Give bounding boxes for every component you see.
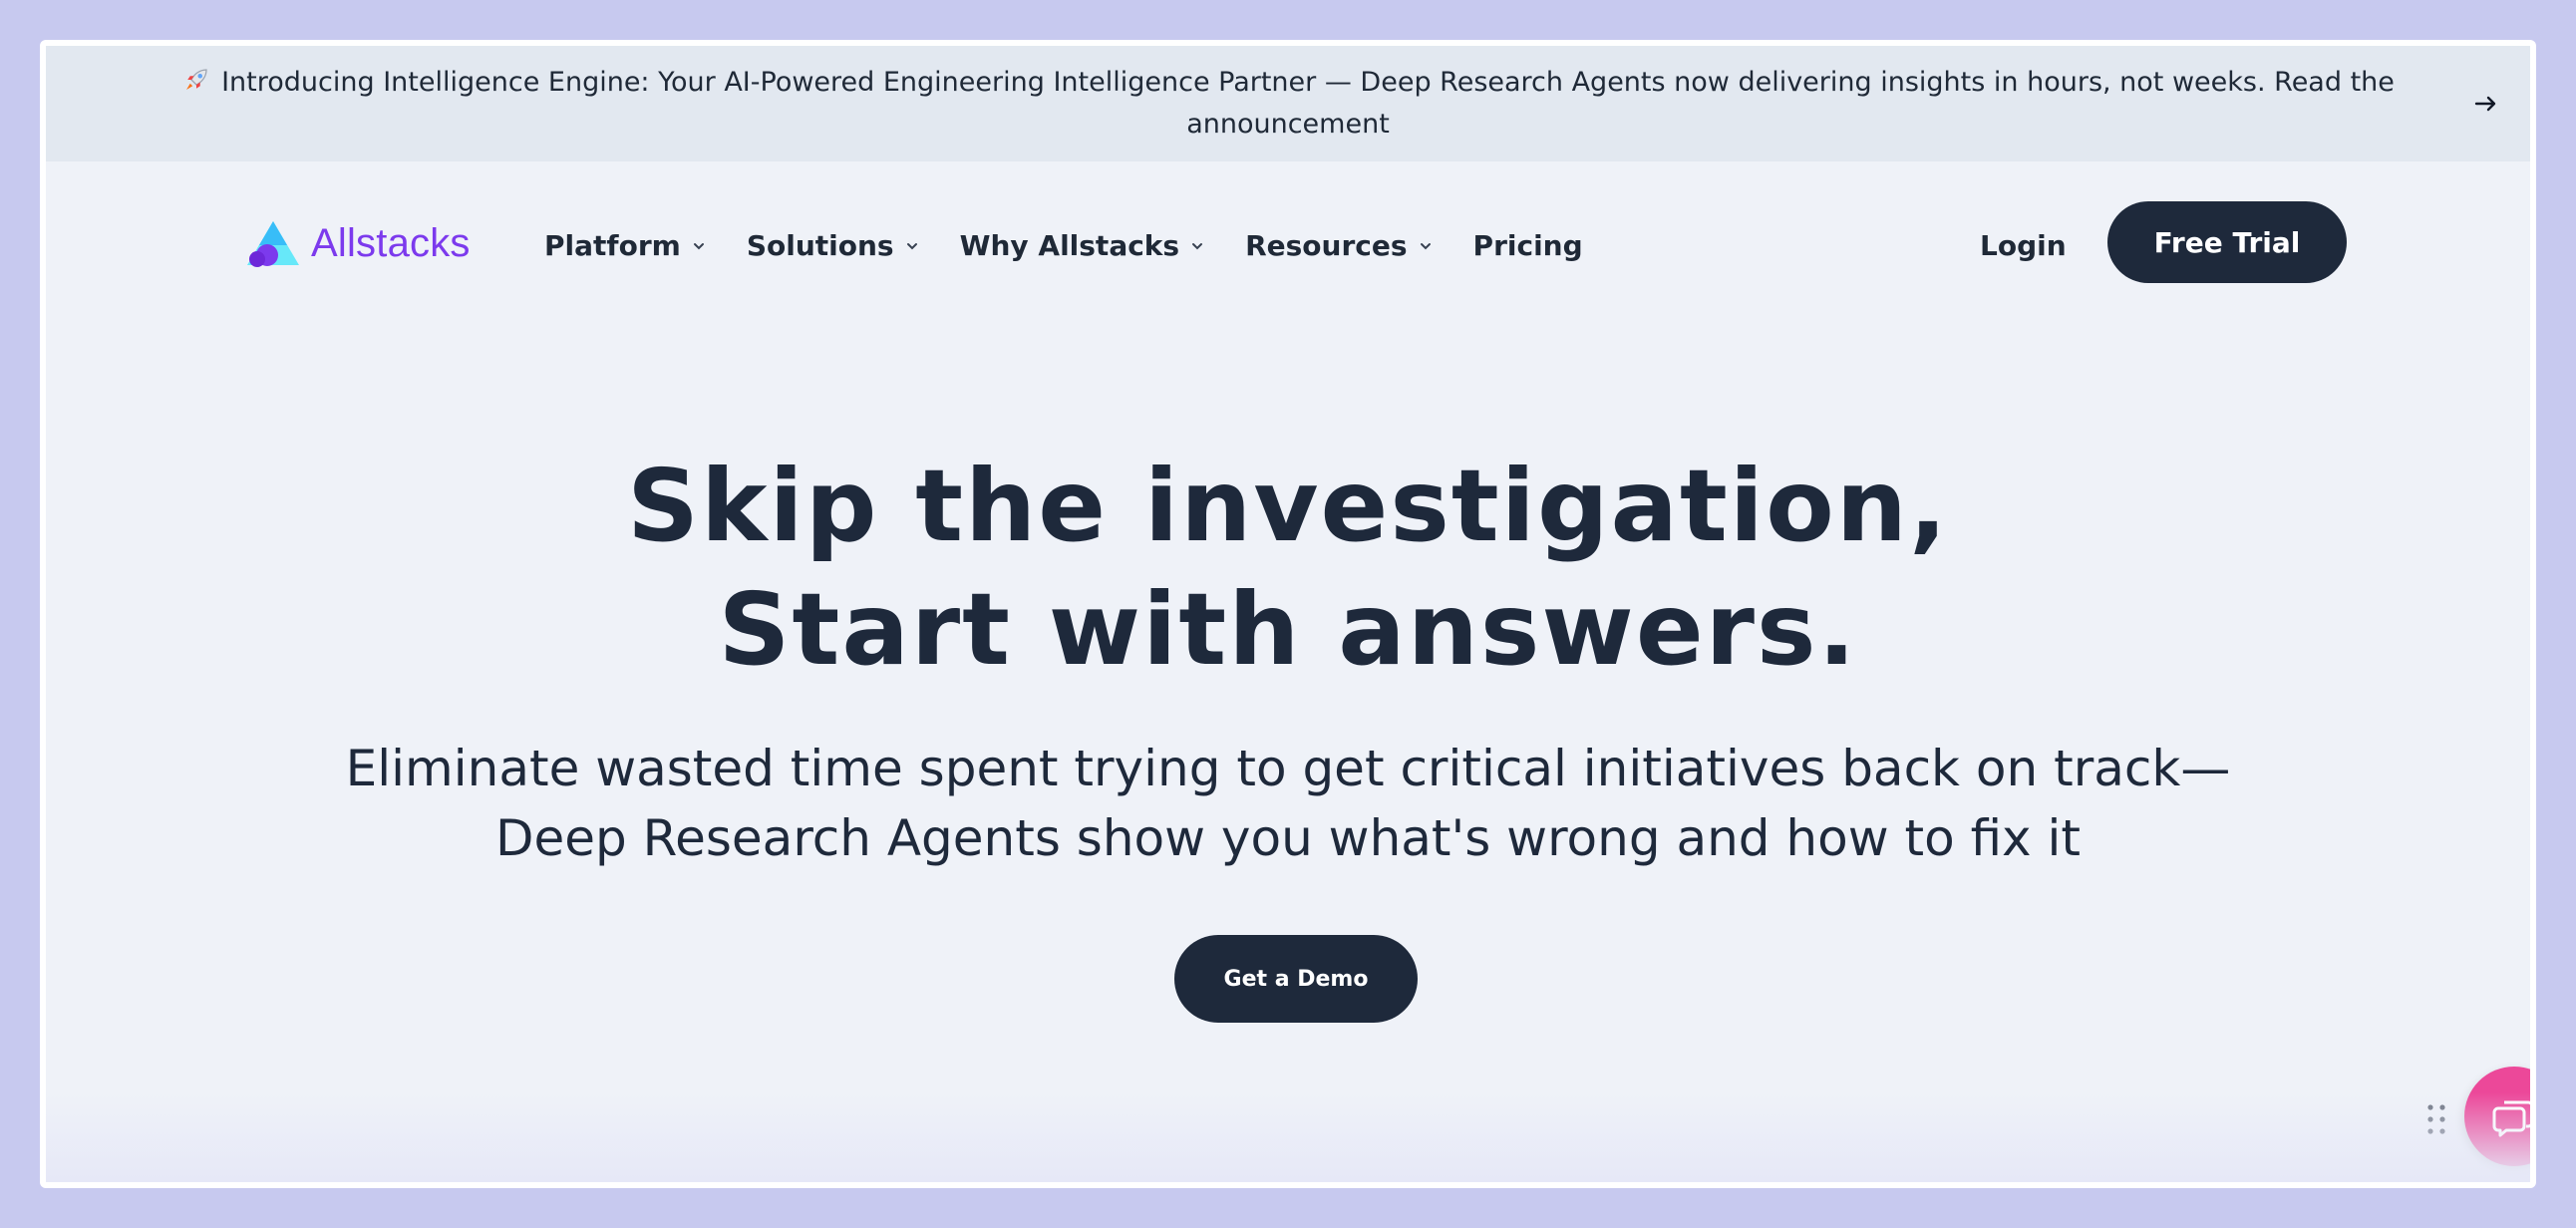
hero-subtitle: Eliminate wasted time spent trying to ge… bbox=[46, 734, 2530, 873]
nav-item-pricing[interactable]: Pricing bbox=[1473, 229, 1583, 262]
nav-label: Platform bbox=[544, 229, 681, 262]
hero-title-line-1: Skip the investigation, bbox=[627, 448, 1949, 564]
nav-label: Pricing bbox=[1472, 229, 1583, 262]
nav-item-why-allstacks[interactable]: Why Allstacks bbox=[960, 229, 1206, 262]
hero-title: Skip the investigation, Start with answe… bbox=[46, 445, 2530, 692]
announcement-text-wrap: Introducing Intelligence Engine: Your AI… bbox=[142, 62, 2434, 146]
announcement-text[interactable]: Introducing Intelligence Engine: Your AI… bbox=[221, 67, 2395, 140]
nav-item-resources[interactable]: Resources bbox=[1245, 229, 1433, 262]
announcement-bar[interactable]: Introducing Intelligence Engine: Your AI… bbox=[46, 46, 2530, 161]
chevron-down-icon bbox=[906, 242, 917, 249]
get-demo-button[interactable]: Get a Demo bbox=[1174, 935, 1418, 1023]
browser-frame: Introducing Intelligence Engine: Your AI… bbox=[40, 40, 2536, 1188]
main-nav: Platform Solutions Why Allstacks Resourc… bbox=[544, 229, 1583, 262]
rocket-icon bbox=[186, 69, 207, 90]
drag-handle-icon[interactable] bbox=[2424, 1102, 2448, 1136]
hero-subtitle-line-1: Eliminate wasted time spent trying to ge… bbox=[345, 740, 2231, 797]
chevron-down-icon bbox=[693, 242, 704, 249]
logo-text: Allstacks bbox=[311, 220, 471, 265]
free-trial-button[interactable]: Free Trial bbox=[2107, 201, 2347, 283]
nav-item-platform[interactable]: Platform bbox=[544, 229, 707, 262]
login-link[interactable]: Login bbox=[1980, 229, 2067, 262]
logo[interactable]: Allstacks bbox=[245, 217, 471, 269]
page: Introducing Intelligence Engine: Your AI… bbox=[46, 46, 2530, 1182]
nav-item-solutions[interactable]: Solutions bbox=[747, 229, 920, 262]
hero-subtitle-line-2: Deep Research Agents show you what's wro… bbox=[494, 809, 2082, 867]
nav-label: Solutions bbox=[746, 229, 894, 262]
hero-title-line-2: Start with answers. bbox=[718, 571, 1858, 688]
chat-button[interactable] bbox=[2464, 1067, 2530, 1166]
chevron-down-icon bbox=[1420, 242, 1431, 249]
free-trial-label: Free Trial bbox=[2153, 225, 2301, 259]
chat-icon bbox=[2492, 1100, 2530, 1137]
nav-label: Resources bbox=[1245, 229, 1408, 262]
get-demo-label: Get a Demo bbox=[1223, 966, 1369, 992]
chevron-down-icon bbox=[1192, 242, 1203, 249]
nav-label: Why Allstacks bbox=[959, 229, 1180, 262]
arrow-right-icon[interactable] bbox=[2466, 84, 2506, 124]
allstacks-logo-icon bbox=[247, 221, 299, 267]
